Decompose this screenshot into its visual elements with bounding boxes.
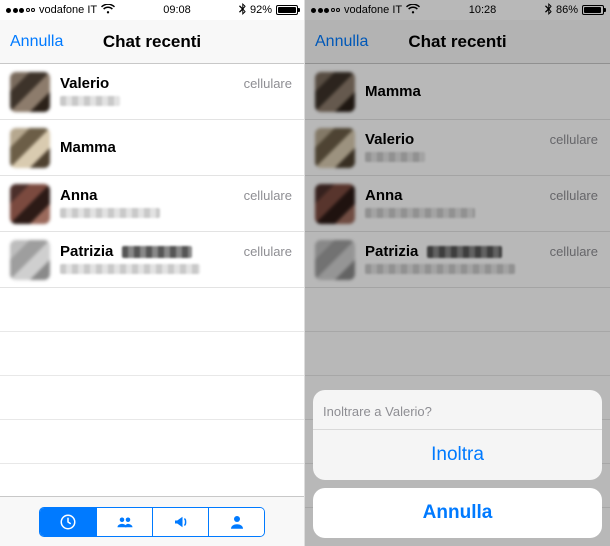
- avatar: [10, 184, 50, 224]
- tab-contact[interactable]: [208, 508, 264, 536]
- chat-row[interactable]: Patrizia cellulare: [0, 232, 304, 288]
- wifi-icon: [101, 4, 115, 17]
- battery-pct: 92%: [250, 4, 272, 16]
- signal-dots-icon: [6, 8, 35, 13]
- empty-row: [0, 376, 304, 420]
- cancel-button[interactable]: Annulla: [10, 33, 63, 51]
- chat-sub-blurred: [60, 96, 120, 106]
- nav-bar: Annulla Chat recenti: [0, 20, 304, 64]
- chat-sub-blurred: [60, 208, 160, 218]
- chat-name: Anna: [60, 187, 98, 204]
- chat-type: cellulare: [244, 76, 292, 91]
- chat-type: cellulare: [244, 188, 292, 203]
- tab-recents[interactable]: [40, 508, 96, 536]
- page-title: Chat recenti: [103, 32, 201, 52]
- empty-row: [0, 464, 304, 496]
- screenshot-right: vodafone IT 10:28 86% Annulla Chat recen…: [305, 0, 610, 546]
- recents-icon: [57, 513, 79, 531]
- bluetooth-icon: [239, 3, 246, 18]
- chat-name: Valerio: [60, 75, 109, 92]
- groups-icon: [114, 513, 136, 531]
- action-cancel-button[interactable]: Annulla: [313, 488, 602, 538]
- contact-icon: [226, 513, 248, 531]
- empty-row: [0, 332, 304, 376]
- screenshot-left: vodafone IT 09:08 92% Annulla Chat recen…: [0, 0, 305, 546]
- empty-row: [0, 288, 304, 332]
- action-sheet: Inoltrare a Valerio? Inoltra Annulla: [313, 390, 602, 538]
- status-bar: vodafone IT 09:08 92%: [0, 0, 304, 20]
- avatar: [10, 240, 50, 280]
- action-sheet-title: Inoltrare a Valerio?: [313, 390, 602, 429]
- tab-broadcast[interactable]: [152, 508, 208, 536]
- bottom-toolbar: [0, 496, 304, 546]
- chat-list: Valerio cellulare Mamma Anna cellulare: [0, 64, 304, 496]
- tab-groups[interactable]: [96, 508, 152, 536]
- clock: 09:08: [163, 4, 191, 16]
- avatar: [10, 128, 50, 168]
- chat-name: Patrizia: [60, 243, 113, 260]
- broadcast-icon: [170, 513, 192, 531]
- chat-row[interactable]: Anna cellulare: [0, 176, 304, 232]
- chat-row[interactable]: Mamma: [0, 120, 304, 176]
- chat-row[interactable]: Valerio cellulare: [0, 64, 304, 120]
- chat-name: Mamma: [60, 139, 116, 156]
- chat-surname-blurred: [122, 246, 192, 258]
- empty-row: [0, 420, 304, 464]
- segmented-control: [39, 507, 265, 537]
- battery-icon: [276, 5, 298, 15]
- avatar: [10, 72, 50, 112]
- chat-sub-blurred: [60, 264, 200, 274]
- carrier-name: vodafone IT: [39, 4, 97, 16]
- action-forward-button[interactable]: Inoltra: [313, 429, 602, 480]
- chat-type: cellulare: [244, 244, 292, 259]
